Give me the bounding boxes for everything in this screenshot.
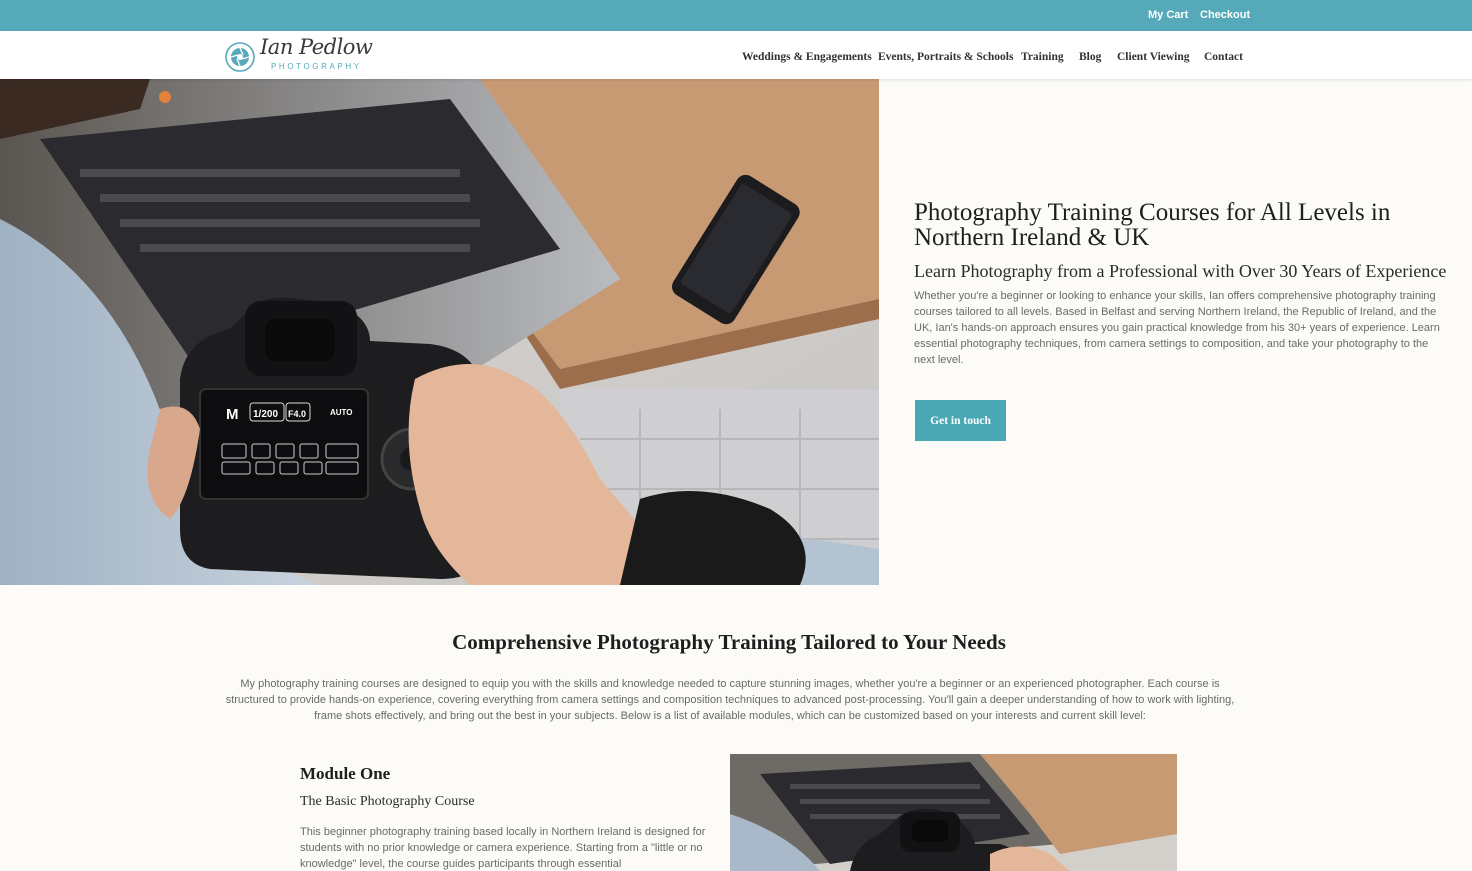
nav-weddings-engagements[interactable]: Weddings & Engagements: [742, 51, 872, 63]
camera-screen-iso: AUTO: [330, 408, 353, 417]
nav-blog[interactable]: Blog: [1079, 51, 1101, 63]
site-header: Ian Pedlow PHOTOGRAPHY Weddings & Engage…: [0, 31, 1472, 79]
hero-body-text: Whether you're a beginner or looking to …: [914, 290, 1440, 366]
module-body-text: This beginner photography training based…: [300, 826, 706, 870]
checkout-link[interactable]: Checkout: [1200, 9, 1250, 21]
logo[interactable]: Ian Pedlow PHOTOGRAPHY: [224, 35, 384, 73]
nav-events-portraits-schools[interactable]: Events, Portraits & Schools: [878, 51, 1013, 63]
my-cart-link[interactable]: My Cart: [1148, 9, 1188, 21]
get-in-touch-button[interactable]: Get in touch: [915, 400, 1006, 441]
hero-text-block: Photography Training Courses for All Lev…: [914, 200, 1454, 368]
logo-script-text: Ian Pedlow: [260, 35, 373, 59]
module-subtitle: The Basic Photography Course: [300, 794, 475, 809]
hero-title: Photography Training Courses for All Lev…: [914, 199, 1391, 251]
top-bar: My Cart Checkout: [0, 0, 1472, 31]
section-body-text: My photography training courses are desi…: [225, 678, 1235, 722]
logo-sub-text: PHOTOGRAPHY: [271, 62, 362, 71]
camera-screen-shutter: 1/200: [253, 409, 278, 420]
hero-photo-camera: M 1/200 F4.0 AUTO: [0, 79, 879, 585]
nav-client-viewing[interactable]: Client Viewing: [1117, 51, 1190, 63]
nav-contact[interactable]: Contact: [1204, 51, 1243, 63]
hero-subtitle: Learn Photography from a Professional wi…: [914, 261, 1447, 281]
aperture-logo-icon: [225, 42, 255, 72]
nav-training[interactable]: Training: [1021, 51, 1064, 63]
module-photo-camera: [730, 754, 1177, 871]
camera-screen-aperture: F4.0: [288, 409, 306, 419]
module-title: Module One: [300, 764, 391, 783]
section-title: Comprehensive Photography Training Tailo…: [452, 630, 1006, 654]
camera-screen-mode: M: [226, 406, 239, 423]
